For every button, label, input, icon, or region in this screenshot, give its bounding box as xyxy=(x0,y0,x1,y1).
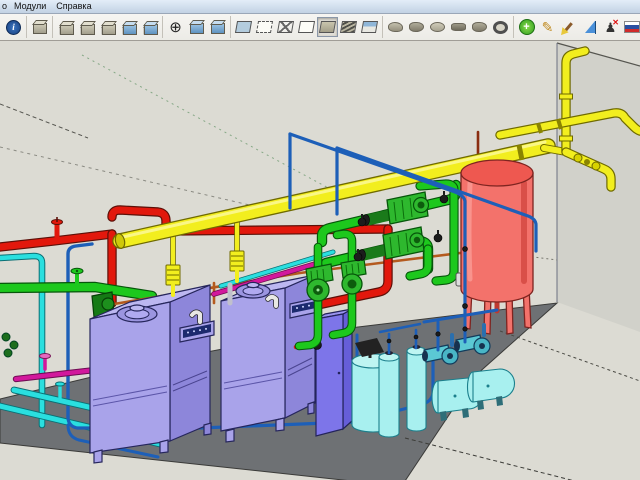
component-copy-icon-2[interactable] xyxy=(76,17,97,37)
monochrome-icon[interactable] xyxy=(359,17,380,37)
paintbrush-icon[interactable] xyxy=(558,17,579,37)
smoove-icon[interactable] xyxy=(427,17,448,37)
component-copy-icon-3[interactable] xyxy=(97,17,118,37)
shaded-icon[interactable] xyxy=(317,17,338,37)
menu-bar: о Модули Справка xyxy=(0,0,640,14)
zoom-view-icon[interactable] xyxy=(207,17,228,37)
app-window: о Модули Справка i ⊕ +✎ ♟✕ xyxy=(0,0,640,480)
component-copy-blue-icon-2[interactable] xyxy=(139,17,160,37)
language-flag-icon[interactable] xyxy=(621,17,640,37)
textured-icon[interactable] xyxy=(338,17,359,37)
hidden-line-icon[interactable] xyxy=(296,17,317,37)
toolbar-group-face-style xyxy=(231,16,383,38)
protractor-sail-icon[interactable] xyxy=(579,17,600,37)
toolbar-group-components xyxy=(27,16,53,38)
toolbar-group-component-ops xyxy=(53,16,163,38)
model-info-icon[interactable]: i xyxy=(3,17,24,37)
toolbar-group-tools: +✎ ♟✕ xyxy=(514,16,640,38)
terrain-contours-icon[interactable] xyxy=(385,17,406,37)
toolbar-group-camera: ⊕ xyxy=(163,16,231,38)
main-toolbar: i ⊕ +✎ ♟✕ xyxy=(0,14,640,41)
toolbar-group-standard: i xyxy=(1,16,27,38)
navigation-crosshair-icon[interactable]: ⊕ xyxy=(165,17,186,37)
component-box-icon[interactable] xyxy=(29,17,50,37)
orbit-view-icon[interactable] xyxy=(186,17,207,37)
component-copy-blue-icon-1[interactable] xyxy=(118,17,139,37)
drape-icon[interactable] xyxy=(469,17,490,37)
add-detail-icon[interactable] xyxy=(490,17,511,37)
softener-bottle-1[interactable] xyxy=(379,351,399,437)
terrain-scratch-icon[interactable] xyxy=(406,17,427,37)
pencil-tool-icon[interactable]: ✎ xyxy=(537,17,558,37)
viewport-3d[interactable] xyxy=(0,41,640,480)
stamp-icon[interactable] xyxy=(448,17,469,37)
add-new-icon[interactable]: + xyxy=(516,17,537,37)
delete-person-icon[interactable]: ♟✕ xyxy=(600,17,621,37)
menu-item-help[interactable]: Справка xyxy=(53,1,98,12)
toolbar-group-sandbox xyxy=(383,16,514,38)
component-copy-icon-1[interactable] xyxy=(55,17,76,37)
menu-item-modules[interactable]: Модули xyxy=(11,1,53,12)
back-edges-icon[interactable] xyxy=(254,17,275,37)
wireframe-icon[interactable] xyxy=(275,17,296,37)
xray-mode-icon[interactable] xyxy=(233,17,254,37)
menu-item-cropped[interactable]: о xyxy=(0,1,11,12)
